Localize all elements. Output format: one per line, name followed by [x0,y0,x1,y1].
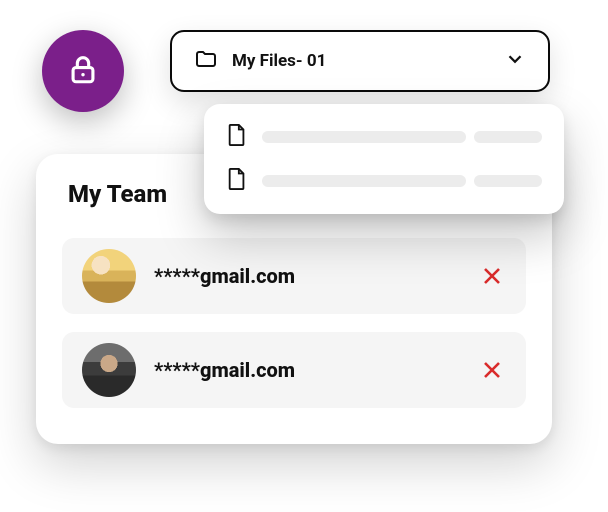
avatar [82,249,136,303]
file-list-item[interactable] [226,122,542,152]
file-name-placeholder [262,131,542,143]
file-list-item[interactable] [226,166,542,196]
remove-member-button[interactable] [478,262,506,290]
team-member-row: *****gmail.com [62,332,526,408]
chevron-down-icon [504,48,526,74]
close-icon [478,275,506,294]
lock-icon [66,52,100,90]
avatar [82,343,136,397]
close-icon [478,369,506,388]
lock-badge [42,30,124,112]
file-icon [226,122,248,152]
file-name-placeholder [262,175,542,187]
folder-select[interactable]: My Files- 01 [170,30,550,92]
file-icon [226,166,248,196]
folder-icon [194,47,218,75]
member-email: *****gmail.com [154,264,460,288]
member-email: *****gmail.com [154,358,460,382]
folder-select-label: My Files- 01 [232,51,490,71]
file-list-popover [204,104,564,214]
remove-member-button[interactable] [478,356,506,384]
team-member-row: *****gmail.com [62,238,526,314]
